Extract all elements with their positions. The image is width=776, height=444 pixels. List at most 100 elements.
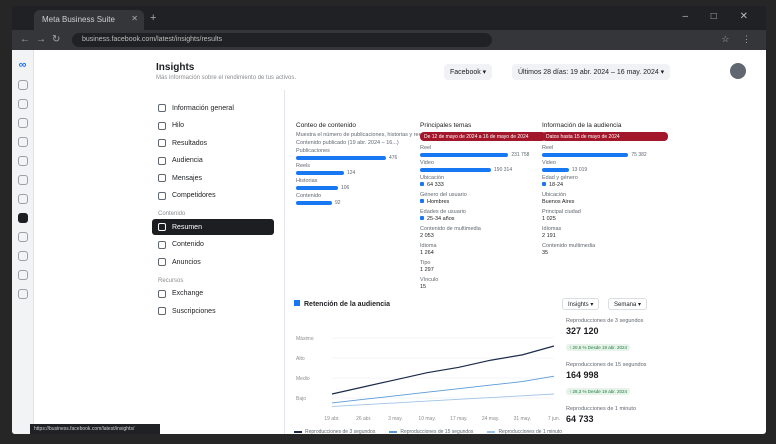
sidebar-item-tools-0[interactable]: Exchange (152, 286, 274, 302)
browser-tab[interactable]: Meta Business Suite ✕ (34, 10, 144, 30)
legend-item[interactable]: Reproducciones de 3 segundos (294, 429, 375, 434)
menu-icon[interactable] (17, 289, 28, 299)
metric-label: Reels (296, 163, 311, 169)
sidebar-item-overview-1[interactable]: Hilo (152, 118, 274, 134)
sidebar-item-overview-2[interactable]: Resultados (152, 135, 274, 151)
tab-title: Meta Business Suite (42, 15, 115, 24)
metric-bar (296, 201, 332, 205)
legend-item[interactable]: Reproducciones de 1 minuto (487, 429, 562, 434)
url-field[interactable]: business.facebook.com/latest/insights/re… (72, 33, 492, 47)
date-range-badge: Datos hasta 15 de mayo de 2024 (542, 132, 668, 141)
metric-label: Contenido (296, 193, 322, 199)
chat-icon[interactable] (17, 118, 28, 128)
breakdown-label: Idioma (420, 243, 437, 249)
page-title: Insights (156, 62, 195, 73)
nav-item-icon (158, 289, 166, 298)
metric-row: Contenido 92 (296, 193, 422, 206)
stat-block: Reproducciones de 3 segundos 327 120 ↑ 20,… (566, 318, 662, 354)
legend-item[interactable]: Reproducciones de 15 segundos (389, 429, 473, 434)
metric-select[interactable]: Insights ▾ (562, 298, 600, 310)
bell-icon[interactable] (17, 99, 28, 109)
metric-label: Video (542, 160, 556, 166)
date-range-dropdown[interactable]: Últimos 28 días: 19 abr. 2024 – 16 may. … (512, 64, 671, 80)
extensions-icon[interactable]: ☆ ⋮ (721, 34, 756, 45)
sidebar-item-content-2[interactable]: Anuncios (152, 254, 274, 270)
metric-label: Publicaciones (296, 148, 330, 154)
breakdown-label: Contenido de multimedia (420, 226, 481, 232)
sidebar-item-overview-0[interactable]: Información general (152, 100, 274, 116)
x-tick-label: 24 may. (482, 416, 499, 422)
platform-dropdown[interactable]: Facebook ▾ (444, 64, 493, 80)
sidebar-item-tools-1[interactable]: Suscripciones (152, 303, 274, 319)
window-controls[interactable]: – □ ✕ (682, 11, 758, 22)
breakdown-label: Ubicación (420, 175, 445, 181)
nav-item-icon (158, 156, 166, 165)
breakdown-item: Idiomas 2 191 (542, 226, 668, 240)
nav-item-icon (158, 104, 166, 112)
breakdown-value: 18-24 (542, 182, 668, 189)
nav-arrows-icon[interactable]: ←→↻ (20, 34, 66, 45)
metric-bar-line: 13 019 (542, 167, 668, 173)
breakdown-label: Género del usuario (420, 192, 467, 198)
content-icon[interactable] (17, 232, 28, 242)
metric-value: 231 758 (511, 152, 530, 158)
breakdown-label: Idiomas (542, 226, 562, 232)
insights-sidebar: Información general Hilo Resultados Audienc… (152, 100, 274, 321)
sidebar-item-overview-4[interactable]: Mensajes (152, 170, 274, 186)
page-header: Insights Más información sobre el rendim… (34, 50, 766, 90)
breakdown-value: 1 264 (420, 250, 434, 256)
sidebar-item-overview-5[interactable]: Competidores (152, 188, 274, 204)
period-select[interactable]: Semana ▾ (608, 298, 648, 310)
stat-value: 164 998 (566, 370, 599, 380)
insights-icon[interactable] (17, 213, 28, 223)
home-icon[interactable] (17, 80, 28, 90)
ads-icon[interactable] (17, 175, 28, 185)
metric-bar-line: 106 (296, 185, 422, 191)
audience-panel: Información de la audiencia Datos hasta 1… (542, 122, 668, 260)
metric-bar (420, 168, 492, 172)
sidebar-item-overview-3[interactable]: Audiencia (152, 153, 274, 169)
stat-block: Reproducciones de 1 minuto 64 733 (566, 406, 662, 424)
x-tick-label: 3 may. (388, 416, 403, 422)
breakdown-item: Idioma 1 264 (420, 243, 546, 257)
sidebar-item-content-0[interactable]: Resumen (152, 219, 274, 235)
metric-label: Reel (542, 145, 554, 151)
metric-bar (542, 153, 629, 157)
sidebar-item-content-1[interactable]: Contenido (152, 237, 274, 253)
new-tab-icon[interactable]: + (150, 12, 156, 24)
calendar-icon[interactable] (17, 137, 28, 147)
meta-logo-icon[interactable]: ∞ (16, 59, 30, 71)
breakdown-label: Vínculo (420, 277, 439, 283)
metric-bar-line: 476 (296, 155, 422, 161)
stat-label: Reproducciones de 15 segundos (566, 362, 647, 368)
stat-change-badge: ↑ 20,6 % Desde 19 abr. 2024 (566, 344, 631, 351)
breakdown-item: Edad y género 18-24 (542, 175, 668, 189)
metric-row: Video 190 314 (420, 160, 546, 173)
sidebar-item-label: Anuncios (172, 258, 201, 266)
nav-item-icon (158, 121, 166, 130)
breakdown-value: 15 (420, 284, 427, 290)
metric-value: 476 (389, 155, 398, 161)
left-rail: ∞ (12, 50, 34, 434)
sidebar-item-label: Exchange (172, 290, 204, 297)
metric-row: Reel 75 382 (542, 145, 668, 158)
metric-bar-line: 124 (296, 170, 422, 176)
breakdown-item: Ubicación 64 333 (420, 175, 546, 189)
x-tick-label: 31 may. (514, 416, 531, 422)
breakdown-label: Edades de usuario (420, 209, 466, 215)
close-icon[interactable]: ✕ (131, 14, 138, 23)
star-icon[interactable] (17, 251, 28, 261)
retention-stats: Reproducciones de 3 segundos 327 120 ↑ 20,… (566, 318, 662, 432)
breakdown-label: Contenido multimedia (542, 243, 596, 249)
stat-value: 327 120 (566, 326, 599, 336)
avatar[interactable] (730, 63, 746, 79)
people-icon[interactable] (17, 270, 28, 280)
y-tick-label: Máximo (296, 336, 314, 342)
tag-icon[interactable] (17, 194, 28, 204)
panel-note: Contenido publicado (19 abr. 2024 – 16..… (296, 140, 399, 146)
stat-label: Reproducciones de 3 segundos (566, 318, 644, 324)
legend-swatch (487, 431, 496, 433)
breakdown-value: Buenos Aires (542, 199, 575, 205)
metric-row: Historias 106 (296, 178, 422, 191)
chart-icon[interactable] (17, 156, 28, 166)
